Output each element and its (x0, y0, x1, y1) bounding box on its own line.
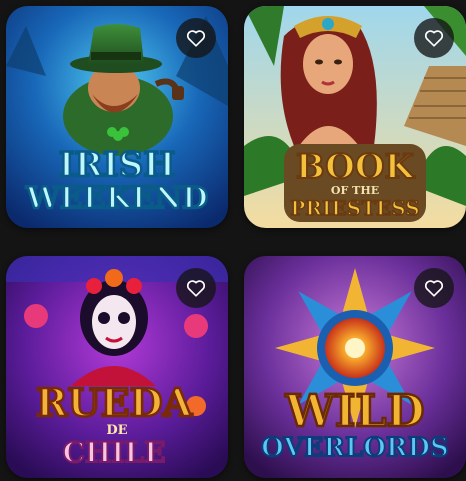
favorite-button[interactable] (414, 18, 454, 58)
game-title-line1: BOOK (296, 147, 416, 187)
game-tile-wild-overlords[interactable]: WILD OVERLORDS (244, 256, 466, 478)
game-tile-irish-weekend[interactable]: IRISH WEEKEND (6, 6, 228, 228)
heart-outline-icon (186, 30, 206, 47)
game-title-line3: CHILE (63, 436, 166, 469)
game-title-line1: RUEDA (36, 380, 193, 425)
game-title-line3: PRIESTESS (290, 196, 419, 220)
heart-outline-icon (424, 30, 444, 47)
favorite-button[interactable] (176, 268, 216, 308)
game-title-line1: WILD (284, 386, 424, 437)
game-title-line1: IRISH (59, 145, 176, 185)
game-title-line2: WEEKEND (25, 181, 208, 216)
game-title-line2: OVERLORDS (261, 433, 449, 463)
game-tile-rueda-de-chile[interactable]: RUEDA DE CHILE (6, 256, 228, 478)
favorite-button[interactable] (176, 18, 216, 58)
heart-outline-icon (424, 280, 444, 297)
heart-outline-icon (186, 280, 206, 297)
game-grid: IRISH WEEKEND BOOK OF THE PRIESTESS RUED… (0, 0, 466, 481)
game-tile-book-of-the-priestess[interactable]: BOOK OF THE PRIESTESS (244, 6, 466, 228)
favorite-button[interactable] (414, 268, 454, 308)
